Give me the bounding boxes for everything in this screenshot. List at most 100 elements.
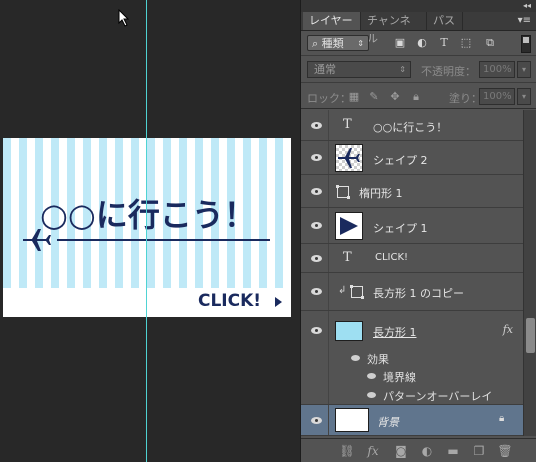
visibility-eye-icon[interactable] [307,273,325,310]
layer-thumbnail [335,144,363,172]
airplane-icon [23,229,51,251]
filter-toggle[interactable] [521,35,531,53]
fill-dropdown-icon[interactable]: ▾ [517,88,531,105]
cta-text: CLICK! [198,291,262,311]
filter-kind-label: 種類 [321,37,344,50]
layers-panel: ◂◂ レイヤー チャンネル パス ▾≡ ⌕ 種類 ⇕ ▣ ◐ T ⬚ ⧉ 通常 … [300,0,536,462]
tab-paths[interactable]: パス [427,12,463,30]
panel-top-strip: ◂◂ [301,0,536,12]
text-layer-icon: T [343,250,352,265]
layer-filter-row: ⌕ 種類 ⇕ ▣ ◐ T ⬚ ⧉ [301,31,536,56]
visibility-eye-icon[interactable] [307,141,325,174]
layers-bottom-toolbar: ⛓ fx ◙ ◐ ▬ ❐ 🗑︎ [301,438,536,462]
chevron-updown-icon: ⇕ [357,39,364,48]
guide-line[interactable] [146,0,147,462]
chevron-updown-icon: ⇕ [399,65,406,74]
banner-headline: ○○に行こう！ [40,196,256,234]
column-divider [328,367,329,385]
lock-icon: 🔒︎ [499,413,505,424]
visibility-eye-icon[interactable] [367,392,376,398]
flight-line [57,239,270,241]
effect-name: パターンオーバーレイ [383,390,493,403]
layer-row-headline[interactable]: T ○○に行こう！ [301,110,523,141]
layers-scrollbar[interactable] [523,110,536,436]
layer-row-rect-copy[interactable]: ↲ 長方形 1 のコピー [301,273,523,311]
visibility-eye-icon[interactable] [307,244,325,272]
lock-all-icon[interactable]: 🔒︎ [410,90,422,104]
column-divider [328,175,329,207]
layer-row-ellipse-1[interactable]: 楕円形 1 [301,175,523,208]
adjustment-filter-icon[interactable]: ◐ [415,36,429,49]
tab-layers[interactable]: レイヤー [303,12,361,30]
layer-thumbnail [335,408,369,432]
column-divider [328,385,329,404]
collapse-icon[interactable]: ◂◂ [523,1,531,10]
layer-thumbnail [335,212,363,240]
triangle-arrow-icon [340,217,358,235]
column-divider [328,110,329,140]
tab-channels[interactable]: チャンネル [361,12,427,45]
adjustment-layer-icon[interactable]: ◐ [419,444,435,458]
effects-header-row[interactable]: 効果 [301,349,523,367]
visibility-eye-icon[interactable] [351,355,360,361]
text-layer-icon: T [343,117,352,132]
clipping-arrow-icon: ↲ [338,285,347,296]
visibility-eye-icon[interactable] [307,311,325,349]
layer-name: 長方形 1 [373,326,417,339]
new-layer-icon[interactable]: ❐ [471,444,487,458]
visibility-eye-icon[interactable] [307,175,325,207]
effect-row-stroke[interactable]: 境界線 [301,367,523,385]
column-divider [328,311,329,349]
layer-row-background[interactable]: 背景 🔒︎ [301,405,523,436]
layer-name: 楕円形 1 [359,187,403,200]
visibility-eye-icon[interactable] [367,373,376,379]
fx-icon[interactable]: fx [503,323,513,336]
lock-transparent-icon[interactable]: ▦ [348,90,360,103]
new-group-folder-icon[interactable]: ▬ [445,444,461,458]
layer-row-shape-2[interactable]: シェイプ 2 [301,141,523,175]
smartobject-filter-icon[interactable]: ⧉ [483,36,497,50]
layer-row-rect-1[interactable]: 長方形 1 fx [301,311,523,349]
blend-mode-select[interactable]: 通常 ⇕ [307,61,411,78]
effect-row-pattern-overlay[interactable]: パターンオーバーレイ [301,385,523,405]
document-canvas[interactable]: ○○に行こう！ CLICK! [0,0,300,462]
vector-shape-icon [336,185,350,199]
blend-mode-value: 通常 [314,63,336,76]
effect-name: 境界線 [383,371,416,384]
layer-name: シェイプ 1 [373,222,428,235]
panel-menu-icon[interactable]: ▾≡ [518,15,531,26]
add-mask-icon[interactable]: ◙ [393,444,409,458]
pixel-filter-icon[interactable]: ▣ [393,36,407,49]
opacity-field[interactable]: 100% [479,61,515,78]
lock-move-icon[interactable]: ✥ [389,90,401,103]
type-filter-icon[interactable]: T [437,36,451,49]
link-layers-icon[interactable]: ⛓ [339,444,355,458]
trash-icon[interactable]: 🗑︎ [497,444,513,458]
lock-brush-icon[interactable]: ✎ [368,90,380,103]
visibility-eye-icon[interactable] [307,208,325,243]
column-divider [328,349,329,367]
effects-label: 効果 [367,353,389,366]
mouse-cursor-icon [118,9,130,27]
column-divider [328,244,329,272]
visibility-eye-icon[interactable] [307,110,325,140]
opacity-label: 不透明度： [421,65,476,78]
layer-name: CLICK! [375,252,409,263]
visibility-eye-icon[interactable] [307,405,325,435]
column-divider [328,141,329,174]
layer-row-click[interactable]: T CLICK! [301,244,523,273]
layer-name: シェイプ 2 [373,154,428,167]
scrollbar-thumb[interactable] [526,318,535,353]
layer-row-shape-1[interactable]: シェイプ 1 [301,208,523,244]
panel-tabs: レイヤー チャンネル パス [301,12,536,45]
column-divider [328,208,329,243]
blend-row: 通常 ⇕ 不透明度： 100% ▾ [301,57,536,83]
add-style-fx-icon[interactable]: fx [365,444,381,458]
layer-thumbnail [335,321,363,341]
layer-name: 背景 [377,416,399,429]
opacity-dropdown-icon[interactable]: ▾ [517,61,531,78]
fill-field[interactable]: 100% [479,88,515,105]
shape-filter-icon[interactable]: ⬚ [459,36,473,49]
filter-kind-select[interactable]: ⌕ 種類 ⇕ [307,35,369,51]
banner-artwork: ○○に行こう！ CLICK! [3,138,291,317]
